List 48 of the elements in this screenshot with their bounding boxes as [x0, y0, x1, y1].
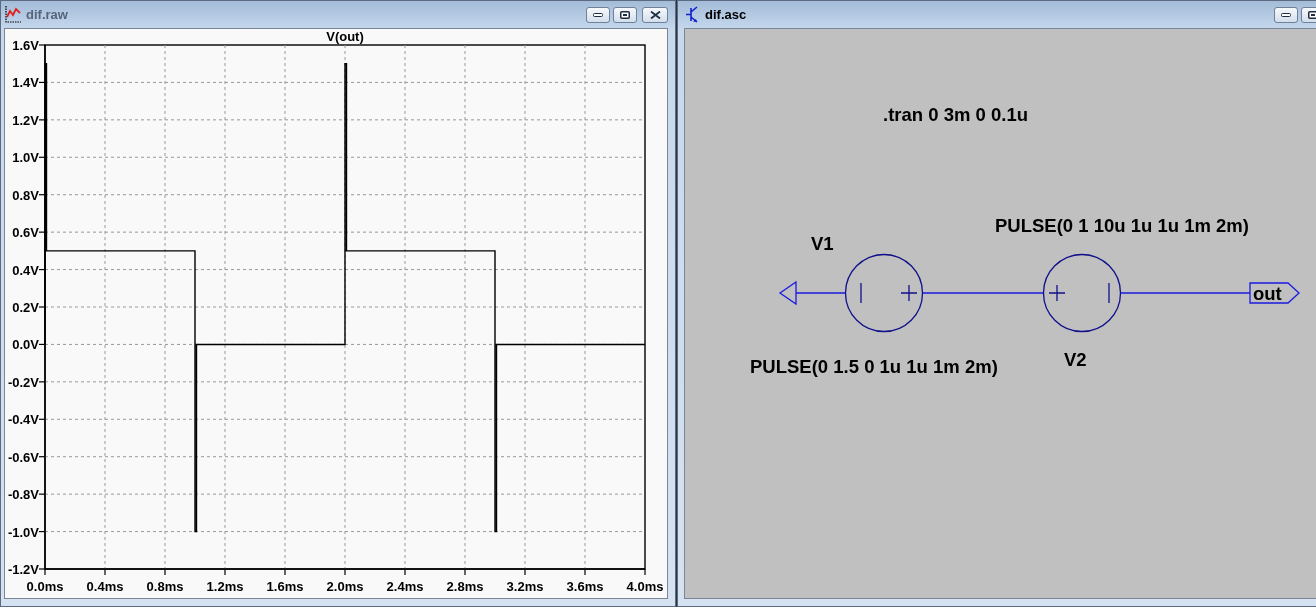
- y-tick-label: 0.8V: [12, 187, 39, 203]
- wire: [795, 292, 846, 294]
- x-tick-label: 3.2ms: [506, 579, 544, 594]
- y-tick-label: -1.2V: [7, 562, 39, 577]
- y-tick-label: 0.6V: [12, 225, 39, 241]
- minimize-button[interactable]: [1274, 6, 1298, 23]
- directive-text: .tran 0 3m 0 0.1u: [883, 104, 1028, 125]
- y-tick-label: -0.4V: [7, 412, 39, 428]
- restore-icon: [1308, 10, 1316, 19]
- minimize-icon: [593, 12, 603, 17]
- x-tick-label: 2.0ms: [326, 579, 364, 594]
- net-label: out: [1249, 282, 1300, 304]
- close-icon: [649, 10, 661, 19]
- minimize-button[interactable]: [586, 6, 610, 23]
- x-tick-label: 1.2ms: [206, 579, 244, 594]
- y-tick-label: 0.4V: [12, 262, 39, 278]
- transistor-icon: [686, 6, 700, 23]
- source-name-label: V1: [811, 233, 834, 254]
- source-value-label: PULSE(0 1.5 0 1u 1u 1m 2m): [750, 356, 998, 377]
- y-tick-label: 1.0V: [12, 150, 39, 166]
- y-tick-label: 1.4V: [12, 75, 39, 91]
- y-tick-label: 1.6V: [12, 38, 39, 53]
- x-tick-label: 4.0ms: [626, 579, 664, 594]
- window-title: dif.raw: [26, 7, 68, 22]
- y-tick-label: 0.0V: [12, 337, 39, 353]
- source-name-label: V2: [1064, 349, 1087, 370]
- x-tick-label: 3.6ms: [566, 579, 604, 594]
- chart-icon: [5, 6, 21, 23]
- source-value-label: PULSE(0 1 10u 1u 1u 1m 2m): [995, 215, 1249, 236]
- restore-button[interactable]: [613, 6, 637, 23]
- y-tick-label: -0.2V: [7, 374, 39, 390]
- plot-title: V(out): [326, 29, 364, 44]
- x-tick-label: 0.8ms: [146, 579, 184, 594]
- x-tick-label: 2.8ms: [446, 579, 484, 594]
- x-tick-label: 2.4ms: [386, 579, 424, 594]
- y-tick-label: -1.0V: [7, 524, 39, 540]
- x-tick-label: 0.4ms: [86, 579, 124, 594]
- close-button[interactable]: [642, 6, 668, 23]
- x-tick-label: 0.0ms: [26, 579, 64, 594]
- window-title: dif.asc: [705, 7, 747, 22]
- minimize-icon: [1281, 12, 1291, 17]
- port-symbol: [778, 280, 797, 306]
- restore-icon: [620, 10, 630, 19]
- y-tick-label: 0.2V: [12, 300, 39, 315]
- y-tick-label: 1.2V: [12, 112, 39, 128]
- y-tick-label: -0.8V: [7, 487, 39, 503]
- y-tick-label: -0.6V: [7, 449, 39, 465]
- x-tick-label: 1.6ms: [266, 579, 304, 594]
